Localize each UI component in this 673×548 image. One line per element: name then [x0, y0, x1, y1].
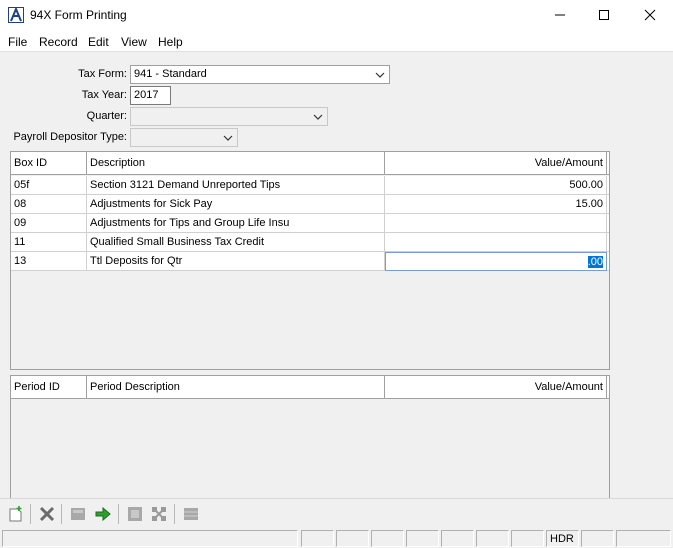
- delete-button[interactable]: [37, 504, 57, 524]
- menu-file[interactable]: File: [8, 35, 27, 49]
- value-cell[interactable]: 15.00: [385, 195, 607, 214]
- table-row[interactable]: 09 Adjustments for Tips and Group Life I…: [11, 214, 609, 233]
- col-header-period-value[interactable]: Value/Amount: [385, 376, 607, 399]
- list-disabled-icon: [184, 508, 198, 520]
- status-panel: [616, 530, 671, 547]
- menu-edit[interactable]: Edit: [88, 35, 109, 49]
- menu-help[interactable]: Help: [158, 35, 183, 49]
- box-id-cell: 11: [11, 233, 87, 252]
- box-grid-header: Box ID Description Value/Amount: [11, 152, 609, 175]
- toolbar-separator: [30, 504, 31, 524]
- list-button[interactable]: [181, 504, 201, 524]
- status-panel: [301, 530, 334, 547]
- save-button[interactable]: [68, 504, 88, 524]
- table-row[interactable]: 05f Section 3121 Demand Unreported Tips …: [11, 176, 609, 195]
- col-header-period-id[interactable]: Period ID: [11, 376, 87, 399]
- table-row[interactable]: 11 Qualified Small Business Tax Credit: [11, 233, 609, 252]
- close-icon: [644, 9, 656, 21]
- quarter-label: Quarter:: [86, 110, 127, 122]
- print-preview-button[interactable]: [125, 504, 145, 524]
- new-document-icon: [9, 506, 22, 522]
- status-panel: [406, 530, 439, 547]
- status-panel: [581, 530, 614, 547]
- value-cell[interactable]: [385, 214, 607, 233]
- table-row[interactable]: 08 Adjustments for Sick Pay 15.00: [11, 195, 609, 214]
- quarter-select[interactable]: [130, 107, 328, 126]
- tax-form-label: Tax Form:: [78, 68, 127, 80]
- title-bar: 94X Form Printing: [0, 0, 673, 30]
- delete-x-icon: [39, 506, 55, 522]
- col-header-period-description[interactable]: Period Description: [87, 376, 385, 399]
- expand-button[interactable]: [149, 504, 169, 524]
- col-header-description[interactable]: Description: [87, 152, 385, 175]
- toolbar-separator: [118, 504, 119, 524]
- description-cell: Adjustments for Sick Pay: [87, 195, 385, 214]
- period-grid: Period ID Period Description Value/Amoun…: [10, 375, 610, 498]
- status-panel: [511, 530, 544, 547]
- status-panel: [371, 530, 404, 547]
- description-cell: Adjustments for Tips and Group Life Insu: [87, 214, 385, 233]
- status-panel: [441, 530, 474, 547]
- preview-disabled-icon: [128, 507, 142, 521]
- box-id-cell: 09: [11, 214, 87, 233]
- depositor-type-label: Payroll Depositor Type:: [13, 131, 127, 143]
- new-record-button[interactable]: [6, 504, 26, 524]
- close-button[interactable]: [627, 0, 673, 30]
- period-grid-header: Period ID Period Description Value/Amoun…: [11, 376, 609, 399]
- minimize-button[interactable]: [537, 0, 583, 30]
- toolbar-separator: [174, 504, 175, 524]
- box-grid: Box ID Description Value/Amount 05f Sect…: [10, 151, 610, 370]
- expand-disabled-icon: [152, 507, 166, 521]
- status-panel-main: [2, 530, 298, 547]
- chevron-down-icon: [375, 72, 385, 78]
- chevron-down-icon: [313, 114, 323, 120]
- window-title: 94X Form Printing: [30, 8, 127, 22]
- description-cell: Qualified Small Business Tax Credit: [87, 233, 385, 252]
- app-window: 94X Form Printing File Record Edit View …: [0, 0, 673, 548]
- description-cell: Section 3121 Demand Unreported Tips: [87, 176, 385, 195]
- status-bar: HDR: [0, 528, 673, 548]
- go-button[interactable]: [93, 504, 113, 524]
- save-disabled-icon: [71, 508, 85, 520]
- tax-form-select[interactable]: 941 - Standard: [130, 65, 390, 84]
- toolbar-separator: [61, 504, 62, 524]
- selected-value-text[interactable]: .00: [587, 256, 603, 268]
- value-cell[interactable]: 500.00: [385, 176, 607, 195]
- table-row-selected[interactable]: 13 Ttl Deposits for Qtr .00: [11, 252, 609, 271]
- status-panel: [476, 530, 509, 547]
- tax-year-label: Tax Year:: [81, 89, 127, 101]
- maximize-icon: [599, 10, 609, 20]
- menu-view[interactable]: View: [121, 35, 147, 49]
- col-header-value[interactable]: Value/Amount: [385, 152, 607, 175]
- value-cell[interactable]: [385, 233, 607, 252]
- maximize-button[interactable]: [581, 0, 627, 30]
- box-id-cell: 08: [11, 195, 87, 214]
- tax-year-input[interactable]: 2017: [130, 86, 171, 105]
- green-arrow-icon: [95, 506, 111, 522]
- status-panel: [336, 530, 369, 547]
- menu-bar: File Record Edit View Help: [0, 30, 673, 52]
- app-logo-icon: [8, 7, 24, 23]
- toolbar: [0, 498, 673, 528]
- chevron-down-icon: [223, 135, 233, 141]
- tax-form-value: 941 - Standard: [134, 68, 207, 80]
- box-id-cell: 05f: [11, 176, 87, 195]
- box-id-cell: 13: [11, 252, 87, 271]
- col-header-box-id[interactable]: Box ID: [11, 152, 87, 175]
- value-cell-editing[interactable]: .00: [385, 252, 607, 271]
- menu-record[interactable]: Record: [39, 35, 78, 49]
- description-cell: Ttl Deposits for Qtr: [87, 252, 385, 271]
- minimize-icon: [555, 14, 565, 16]
- status-hdr: HDR: [546, 530, 579, 547]
- depositor-type-select[interactable]: [130, 128, 238, 147]
